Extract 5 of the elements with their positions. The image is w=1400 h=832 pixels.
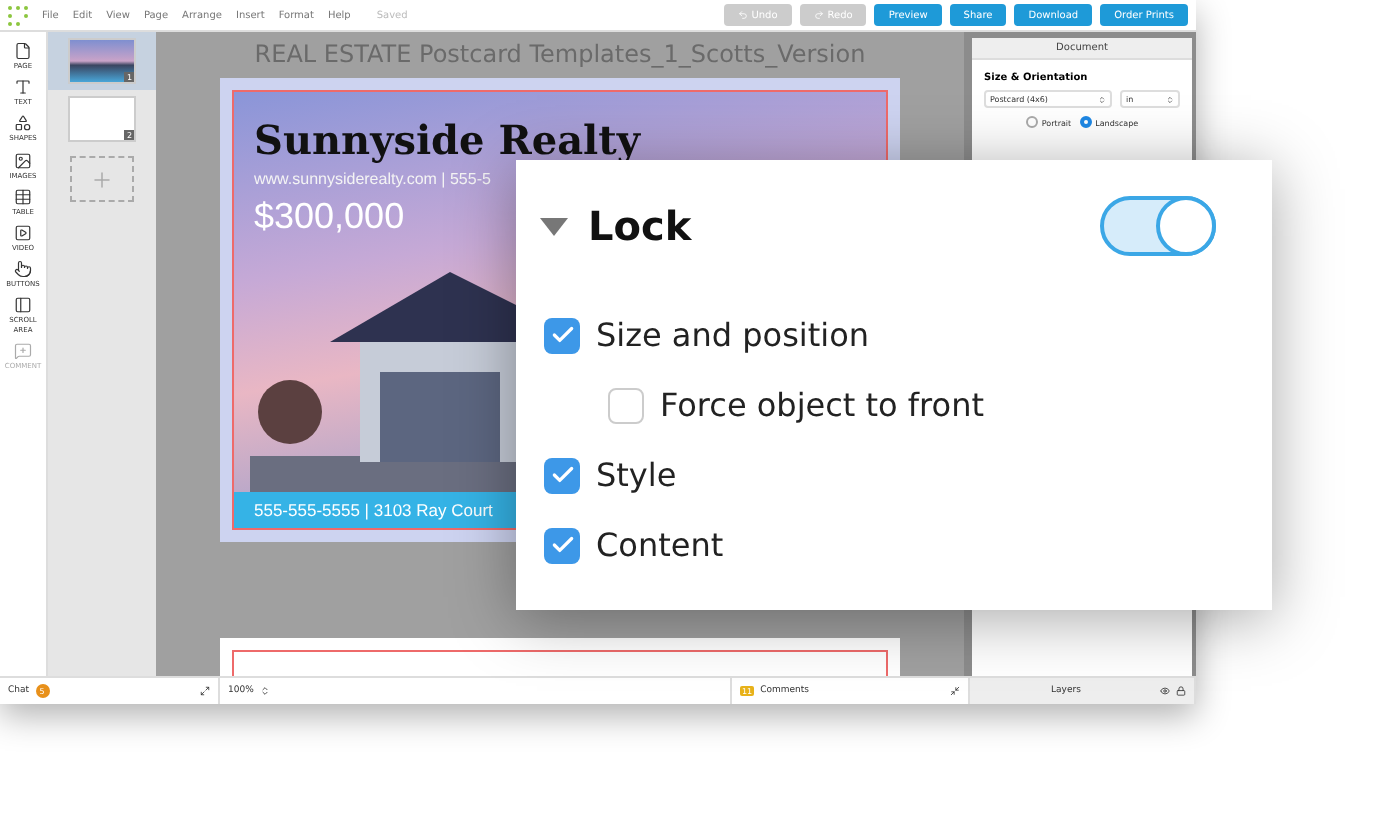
checkbox-label: Force object to front bbox=[660, 386, 984, 424]
checkbox-label: Size and position bbox=[596, 316, 869, 354]
lock-title: Lock bbox=[588, 202, 692, 250]
checkbox-label: Content bbox=[596, 526, 724, 564]
checkbox-label: Style bbox=[596, 456, 677, 494]
